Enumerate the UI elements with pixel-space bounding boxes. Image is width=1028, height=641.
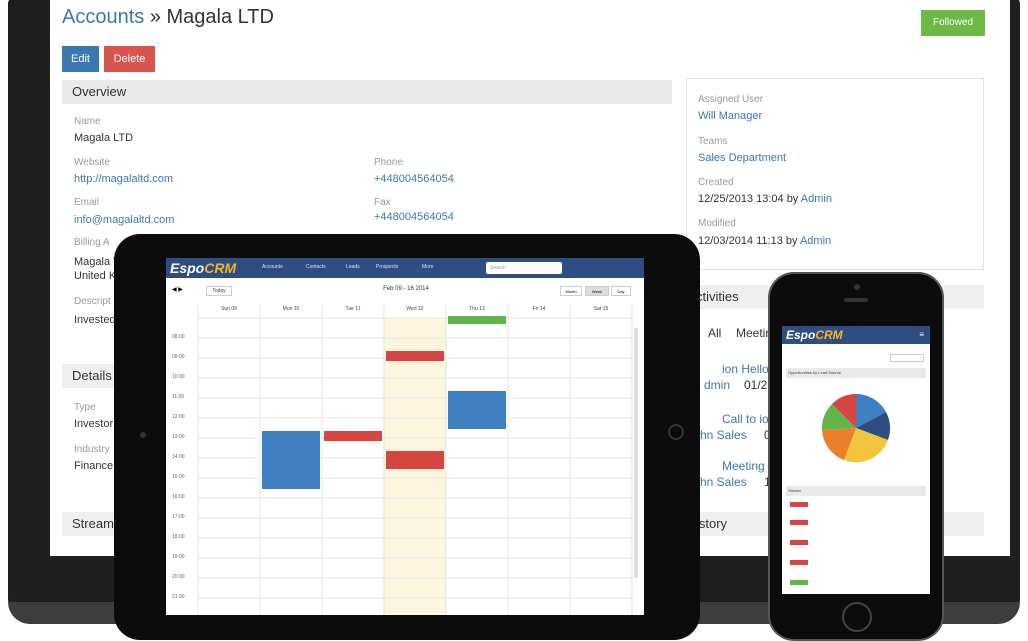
delete-button[interactable]: Delete [104, 46, 155, 72]
time-label: 10:00 [172, 374, 185, 380]
phone-navbar: EspoCRM ≡ [782, 326, 930, 344]
phone-speaker [844, 298, 868, 302]
calendar-event[interactable] [386, 351, 444, 361]
industry-label: Industry [74, 444, 110, 455]
description-label: Descript [74, 296, 111, 307]
tablet-device: EspoCRM Accounts Contacts Leads Prospect… [114, 234, 700, 640]
type-value: Investor [74, 418, 114, 430]
tablet-screen: EspoCRM Accounts Contacts Leads Prospect… [166, 258, 644, 615]
calendar-event[interactable] [448, 391, 506, 429]
created-label: Created [698, 177, 734, 188]
time-label: 20:00 [172, 574, 185, 580]
day-header: Tue 11 [345, 306, 361, 312]
phone-screen: EspoCRM ≡ Opportunities by Lead Source S… [782, 326, 930, 594]
billing-label: Billing A [74, 237, 110, 248]
phone-logo: EspoCRM [786, 328, 843, 342]
day-header: Wed 12 [406, 306, 424, 312]
phone-device: EspoCRM ≡ Opportunities by Lead Source S… [768, 272, 944, 641]
activity-item-user[interactable]: hn Sales [700, 475, 747, 489]
activities-tab-all[interactable]: All [708, 326, 721, 340]
logo-espo: Espo [786, 328, 816, 342]
time-label: 18:00 [172, 534, 185, 540]
calendar-event[interactable] [324, 431, 382, 441]
breadcrumb: Accounts » Magala LTD [62, 6, 274, 29]
stream-badge [790, 520, 808, 525]
activity-item-title[interactable]: ion Hello [722, 362, 769, 376]
day-header: Sun 09 [221, 306, 237, 312]
overview-header: Overview [62, 80, 672, 104]
phone-pie-chart [821, 394, 891, 463]
activity-item-user[interactable]: dmin [704, 378, 730, 392]
menu-icon[interactable]: ≡ [919, 330, 924, 339]
type-label: Type [74, 402, 96, 413]
time-label: 11:00 [172, 394, 185, 400]
history-title: istory [696, 516, 728, 531]
phone-home-button[interactable] [842, 602, 872, 632]
created-date: 12/25/2013 13:04 by [698, 193, 799, 205]
phone-chart-title: Opportunities by Lead Source [786, 368, 926, 378]
tablet-camera [140, 432, 146, 438]
phone-top-button[interactable] [890, 354, 924, 362]
modified-date: 12/03/2014 11:13 by [698, 235, 798, 247]
followed-button[interactable]: Followed [921, 10, 985, 36]
fax-link[interactable]: +448004564054 [374, 211, 454, 223]
calendar-event[interactable] [262, 431, 320, 489]
teams-label: Teams [698, 136, 728, 147]
teams-link[interactable]: Sales Department [698, 152, 786, 164]
created-by-link[interactable]: Admin [801, 193, 832, 205]
industry-value: Finance [74, 460, 114, 472]
activities-tab-meetings[interactable]: Meetin [736, 326, 772, 340]
activities-title: ctivities [696, 289, 739, 304]
website-label: Website [74, 157, 110, 168]
stream-badge [790, 540, 808, 545]
calendar-event[interactable] [448, 316, 506, 324]
modified-value: 12/03/2014 11:13 by Admin [698, 235, 831, 247]
name-label: Name [74, 116, 101, 127]
calendar-event[interactable] [386, 451, 444, 469]
day-header: Mon 10 [282, 306, 300, 312]
day-header: Sat 15 [593, 306, 609, 312]
stream-badge [790, 580, 808, 585]
logo-crm: CRM [815, 328, 843, 342]
time-label: 21:00 [172, 594, 185, 600]
modified-by-link[interactable]: Admin [800, 235, 831, 247]
assigned-user-label: Assigned User [698, 94, 764, 105]
time-label: 09:00 [172, 354, 185, 360]
website-link[interactable]: http://magalaltd.com [74, 173, 173, 185]
time-label: 13:00 [172, 434, 185, 440]
email-link[interactable]: info@magalaltd.com [74, 214, 174, 226]
email-label: Email [74, 197, 100, 208]
description-value: Invested [74, 314, 116, 326]
billing-value-line2: United K [74, 270, 117, 282]
modified-label: Modified [698, 218, 736, 229]
stream-badge [790, 502, 808, 507]
stream-badge [790, 560, 808, 565]
activity-item-user[interactable]: hn Sales [700, 428, 747, 442]
phone-label: Phone [374, 157, 403, 168]
name-value: Magala LTD [74, 132, 134, 144]
time-label: 14:00 [172, 454, 185, 460]
time-label: 08:00 [172, 334, 185, 340]
phone-link[interactable]: +448004564054 [374, 173, 454, 185]
fax-label: Fax [374, 197, 391, 208]
day-header: Fri 14 [532, 306, 546, 312]
tablet-home-button[interactable] [668, 424, 684, 440]
page-title: Magala LTD [166, 6, 274, 28]
time-label: 17:00 [172, 514, 185, 520]
assigned-user-link[interactable]: Will Manager [698, 110, 762, 122]
time-label: 15:00 [172, 474, 185, 480]
edit-button[interactable]: Edit [62, 46, 99, 72]
time-label: 16:00 [172, 494, 185, 500]
time-label: 19:00 [172, 554, 185, 560]
phone-stream-header: Stream [786, 486, 926, 496]
phone-camera [854, 284, 860, 290]
breadcrumb-accounts-link[interactable]: Accounts [62, 6, 144, 28]
created-value: 12/25/2013 13:04 by Admin [698, 193, 832, 205]
day-header: Thu 13 [469, 306, 485, 312]
calendar-scrollbar[interactable] [634, 328, 638, 578]
time-label: 12:00 [172, 414, 185, 420]
breadcrumb-separator: » [149, 6, 161, 28]
